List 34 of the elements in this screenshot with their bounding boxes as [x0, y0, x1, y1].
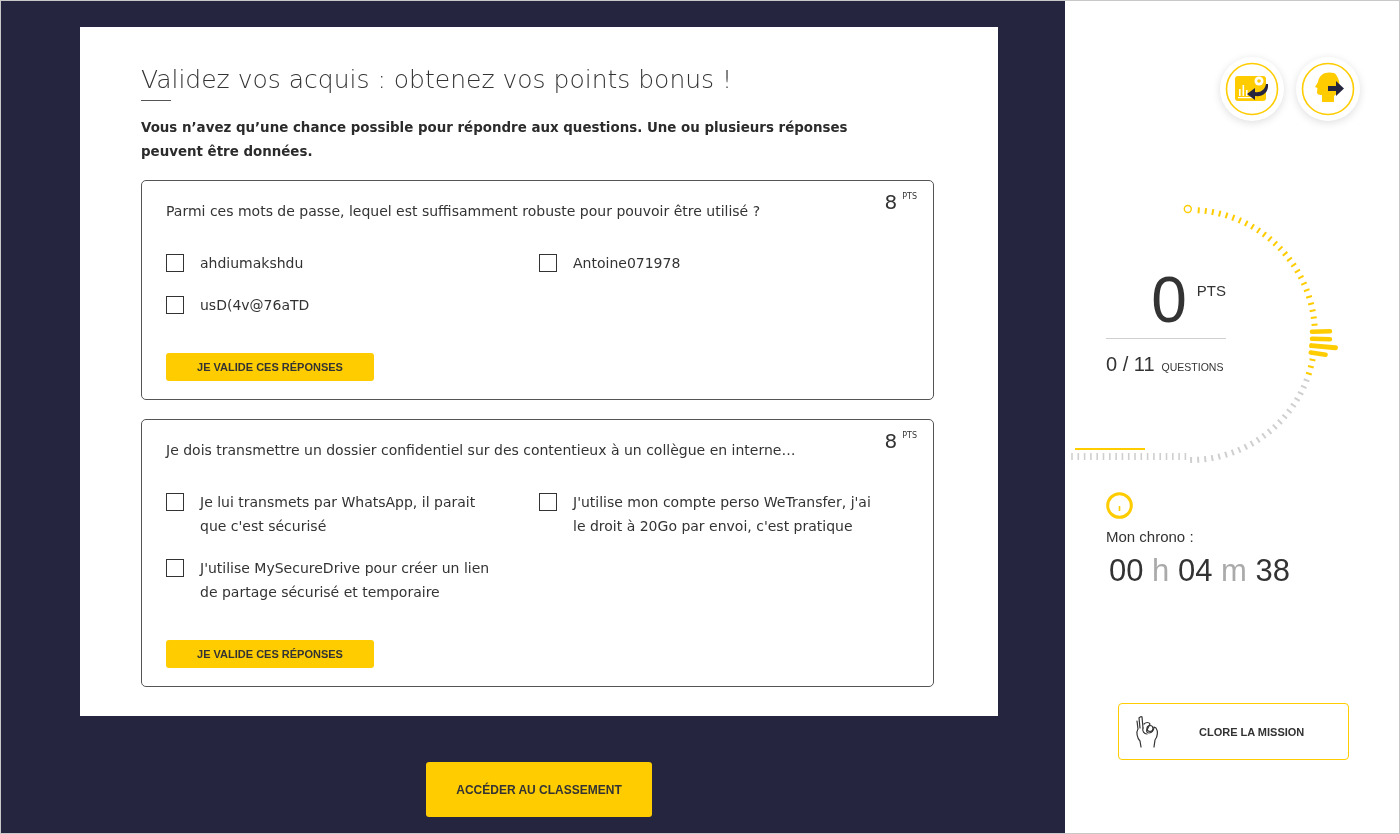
checkbox[interactable]: [166, 493, 184, 511]
page-title: Validez vos acquis : obtenez vos points bonus !: [141, 64, 734, 96]
checkbox[interactable]: [166, 296, 184, 314]
option-label: J'utilise mon compte perso WeTransfer, j'ai le droit à 20Go par envoi, c'est pratique: [573, 493, 872, 536]
checkbox[interactable]: [166, 254, 184, 272]
validate-button[interactable]: JE VALIDE CES RÉPONSES: [166, 640, 374, 668]
ranking-button[interactable]: ACCÉDER AU CLASSEMENT: [426, 762, 652, 817]
question-text: Je dois transmettre un dossier confidentiel sur des contentieux à un collègue en interne…: [166, 441, 796, 460]
score-value: 0: [1151, 268, 1187, 332]
question-text: Parmi ces mots de passe, lequel est suffisamment robuste pour pouvoir être utilisé ?: [166, 202, 761, 221]
points-unit: PTS: [902, 191, 917, 203]
points-value: 8: [884, 429, 898, 453]
head-exit-button[interactable]: [1296, 57, 1360, 121]
points-unit: PTS: [902, 430, 917, 442]
chart-return-button[interactable]: [1220, 57, 1284, 121]
checkbox[interactable]: [539, 493, 557, 511]
timer-display: 00 h 04 m 38: [1109, 554, 1291, 588]
questions-count: 0 / 11: [1106, 352, 1155, 376]
option-label: Je lui transmets par WhatsApp, il parait que c'est sécurisé: [200, 493, 477, 536]
option-label: usD(4v@76aTD: [200, 296, 310, 315]
checkbox[interactable]: [166, 559, 184, 577]
validate-button[interactable]: JE VALIDE CES RÉPONSES: [166, 353, 374, 381]
points-value: 8: [884, 190, 898, 214]
checkbox[interactable]: [539, 254, 557, 272]
clock-icon: [1106, 492, 1133, 519]
instructions-text: Vous n’avez qu’une chance possible pour répondre aux questions. Une ou plusieurs réponses peuvent être données.: [141, 119, 849, 161]
option-label: J'utilise MySecureDrive pour créer un lien de partage sécurisé et temporaire: [200, 559, 491, 602]
timer-label: Mon chrono :: [1106, 527, 1194, 547]
close-mission-button[interactable]: CLORE LA MISSION: [1118, 703, 1349, 760]
questions-label: QUESTIONS: [1161, 360, 1224, 374]
score-unit: PTS: [1196, 282, 1226, 300]
option-label: Antoine071978: [573, 254, 681, 273]
ok-hand-icon: [1135, 715, 1161, 748]
option-label: ahdiumakshdu: [200, 254, 304, 273]
